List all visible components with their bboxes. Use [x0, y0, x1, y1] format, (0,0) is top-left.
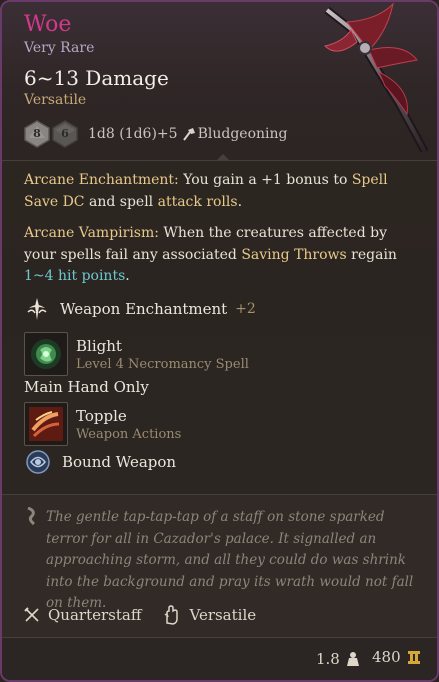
enchantment-bonus: +2	[235, 301, 256, 317]
gold-icon	[407, 651, 420, 664]
item-name: Woe	[24, 12, 72, 37]
bludgeoning-icon	[182, 128, 195, 141]
arcane-enchantment-line: Arcane Enchantment: You gain a +1 bonus …	[24, 172, 388, 210]
item-tooltip: Woe Very Rare 6~13 Damage Versatile 8 6 …	[0, 0, 439, 682]
item-value: 480	[372, 648, 421, 666]
arcane-vampirism-line: Arcane Vampirism: When the creatures aff…	[24, 225, 397, 284]
hit-points-link[interactable]: 1~4 hit points	[24, 268, 125, 284]
item-weight: 1.8	[316, 650, 360, 668]
item-rarity: Very Rare	[24, 40, 95, 56]
blight-spell-icon	[24, 332, 68, 376]
damage-dice-row: 8 6 1d8 (1d6)+5 Bludgeoning	[24, 118, 287, 150]
topple-title: Topple	[76, 406, 127, 425]
quarterstaff-icon	[24, 607, 39, 622]
saving-throws-link[interactable]: Saving Throws	[241, 247, 346, 263]
lore-divider	[2, 494, 437, 495]
blight-spell-row[interactable]: Blight Level 4 Necromancy Spell	[24, 332, 249, 376]
bound-weapon-row[interactable]: Bound Weapon	[24, 449, 176, 475]
blight-title: Blight	[76, 336, 122, 355]
quarterstaff-property[interactable]: Quarterstaff	[24, 606, 141, 624]
main-hand-only: Main Hand Only	[24, 378, 149, 396]
damage-type: Bludgeoning	[182, 126, 287, 142]
lore-text: The gentle tap-tap-tap of a staff on sto…	[46, 509, 414, 611]
blight-subtitle: Level 4 Necromancy Spell	[76, 356, 249, 372]
header-divider	[2, 160, 437, 161]
versatile-property[interactable]: Versatile	[163, 605, 256, 625]
enchantment-text: Arcane Enchantment: You gain a +1 bonus …	[24, 170, 419, 298]
dice-formula: 1d8 (1d6)+5	[88, 126, 178, 142]
weapon-enchantment-row[interactable]: Weapon Enchantment +2	[24, 296, 256, 322]
bound-weapon-icon	[26, 450, 50, 474]
weight-icon	[346, 652, 359, 666]
weapon-properties: Quarterstaff Versatile	[24, 605, 278, 625]
topple-action-icon	[24, 402, 68, 446]
d6-dice-icon: 6	[52, 120, 78, 148]
lore-icon	[27, 507, 35, 525]
damage-range: 6~13 Damage	[24, 66, 169, 90]
weapon-tag: Versatile	[24, 92, 87, 108]
staff-head-icon	[324, 2, 429, 152]
topple-action-row[interactable]: Topple Weapon Actions	[24, 402, 181, 446]
enchantment-icon	[27, 298, 47, 320]
versatile-hand-icon	[164, 605, 179, 625]
attack-rolls-link[interactable]: attack rolls	[158, 194, 238, 210]
topple-subtitle: Weapon Actions	[76, 426, 182, 442]
d8-dice-icon: 8	[24, 120, 50, 148]
